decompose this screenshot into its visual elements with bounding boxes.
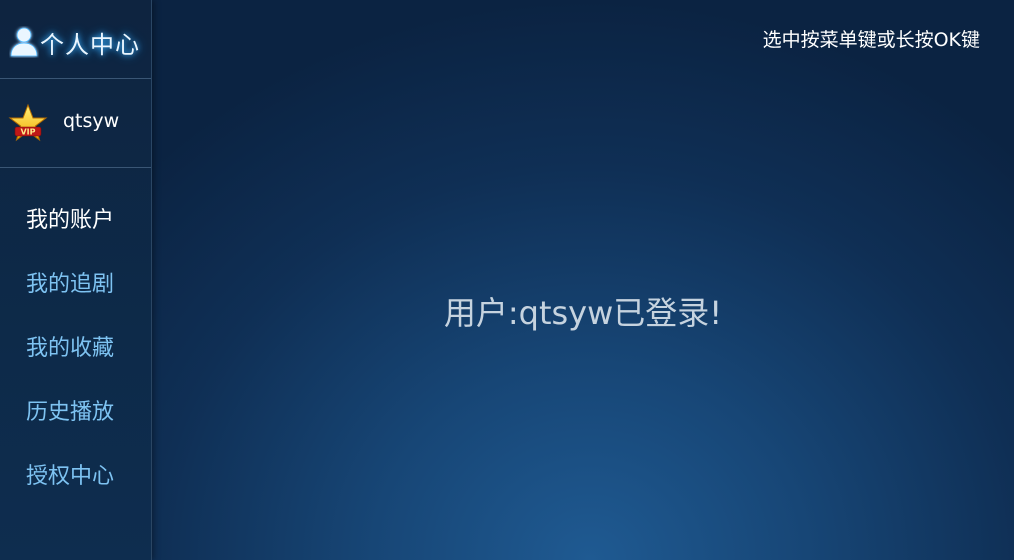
username: qtsyw <box>63 110 120 132</box>
menu-item-my-favorites[interactable]: 我的收藏 <box>26 330 114 362</box>
hint-text: 选中按菜单键或长按OK键 <box>762 29 980 51</box>
menu-item-authorization[interactable]: 授权中心 <box>26 458 114 490</box>
menu-item-history[interactable]: 历史播放 <box>26 394 114 426</box>
user-icon <box>10 27 38 57</box>
menu-item-my-account[interactable]: 我的账户 <box>26 202 114 234</box>
menu-item-my-series[interactable]: 我的追剧 <box>26 266 114 298</box>
sidebar: 个人中心 VIP qtsyw 我的账户 我的追剧 我的收藏 历史播放 授权中心 <box>0 0 152 560</box>
login-status-message: 用户:qtsyw已登录! <box>443 294 723 332</box>
page-title: 个人中心 <box>40 31 140 59</box>
vip-badge-text: VIP <box>20 128 35 137</box>
vip-star-icon: VIP <box>8 103 48 142</box>
user-info: VIP qtsyw <box>0 79 151 168</box>
sidebar-header: 个人中心 <box>0 0 151 79</box>
